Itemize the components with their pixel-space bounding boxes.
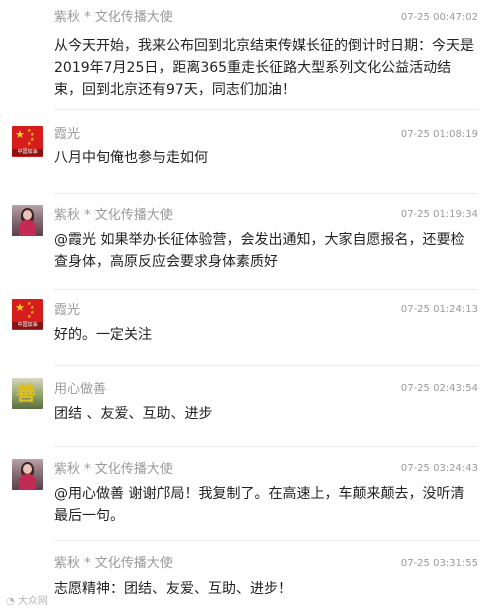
- watermark-logo-icon: ◔: [6, 596, 15, 607]
- comment-author[interactable]: 霞光: [54, 303, 80, 319]
- comment-timestamp: 07-25 02:43:54: [400, 383, 478, 394]
- comment-text: 志愿精神：团结、友爱、互助、进步！: [54, 581, 292, 597]
- avatar-glyph: 善: [16, 381, 36, 405]
- comment-timestamp: 07-25 01:08:19: [400, 129, 478, 140]
- comment-timestamp: 07-25 03:24:43: [400, 463, 478, 474]
- flag-star-icon: ★: [27, 314, 32, 320]
- comment-divider: [54, 289, 478, 290]
- user-avatar[interactable]: ★ ★ ★ ★ ★ 中国加油: [12, 126, 43, 157]
- user-avatar[interactable]: ★ ★ ★ ★ ★ 中国加油: [12, 299, 43, 330]
- comment-author[interactable]: 紫秋 * 文化传播大使: [54, 462, 173, 478]
- comment-author[interactable]: 紫秋 * 文化传播大使: [54, 556, 173, 572]
- comment-author[interactable]: 紫秋 * 文化传播大使: [54, 208, 173, 224]
- comment-divider: [54, 365, 478, 366]
- watermark-text: 大众网: [17, 596, 48, 607]
- comment-author[interactable]: 用心做善: [54, 382, 106, 398]
- comment-text: @霞光 如果举办长征体验营，会发出通知，大家自愿报名，还要检查身体，高原反应会要…: [54, 232, 465, 270]
- comment-text: 好的。一定关注: [54, 327, 152, 343]
- comment-text: 团结 、友爱、互助、进步: [54, 406, 213, 422]
- comment-divider: [54, 540, 478, 541]
- comment-text: 从今天开始，我来公布回到北京结束传媒长征的倒计时日期：今天是2019年7月25日…: [54, 38, 474, 98]
- avatar-caption: 中国加油: [12, 322, 43, 329]
- avatar-caption: 中国加油: [12, 149, 43, 156]
- comment-divider: [54, 193, 478, 194]
- flag-star-icon: ★: [15, 301, 25, 314]
- user-avatar[interactable]: 善: [12, 378, 43, 409]
- flag-star-icon: ★: [27, 141, 32, 147]
- comment-divider: [54, 109, 478, 110]
- comment-text: @用心做善 谢谢邝局！我复制了。在高速上，车颠来颠去，没听清最后一句。: [54, 486, 465, 524]
- comment-text: 八月中旬俺也参与走如何: [54, 150, 208, 166]
- comment-timestamp: 07-25 00:47:02: [400, 12, 478, 23]
- user-avatar[interactable]: [12, 205, 43, 236]
- comment-divider: [54, 446, 478, 447]
- comment-timestamp: 07-25 03:31:55: [400, 558, 478, 569]
- comment-timestamp: 07-25 01:19:34: [400, 209, 478, 220]
- comment-author[interactable]: 霞光: [54, 127, 80, 143]
- comment-timestamp: 07-25 01:24:13: [400, 304, 478, 315]
- comment-author[interactable]: 紫秋 * 文化传播大使: [54, 10, 173, 26]
- user-avatar[interactable]: [12, 459, 43, 490]
- flag-star-icon: ★: [15, 128, 25, 141]
- watermark: ◔ 大众网: [6, 595, 48, 609]
